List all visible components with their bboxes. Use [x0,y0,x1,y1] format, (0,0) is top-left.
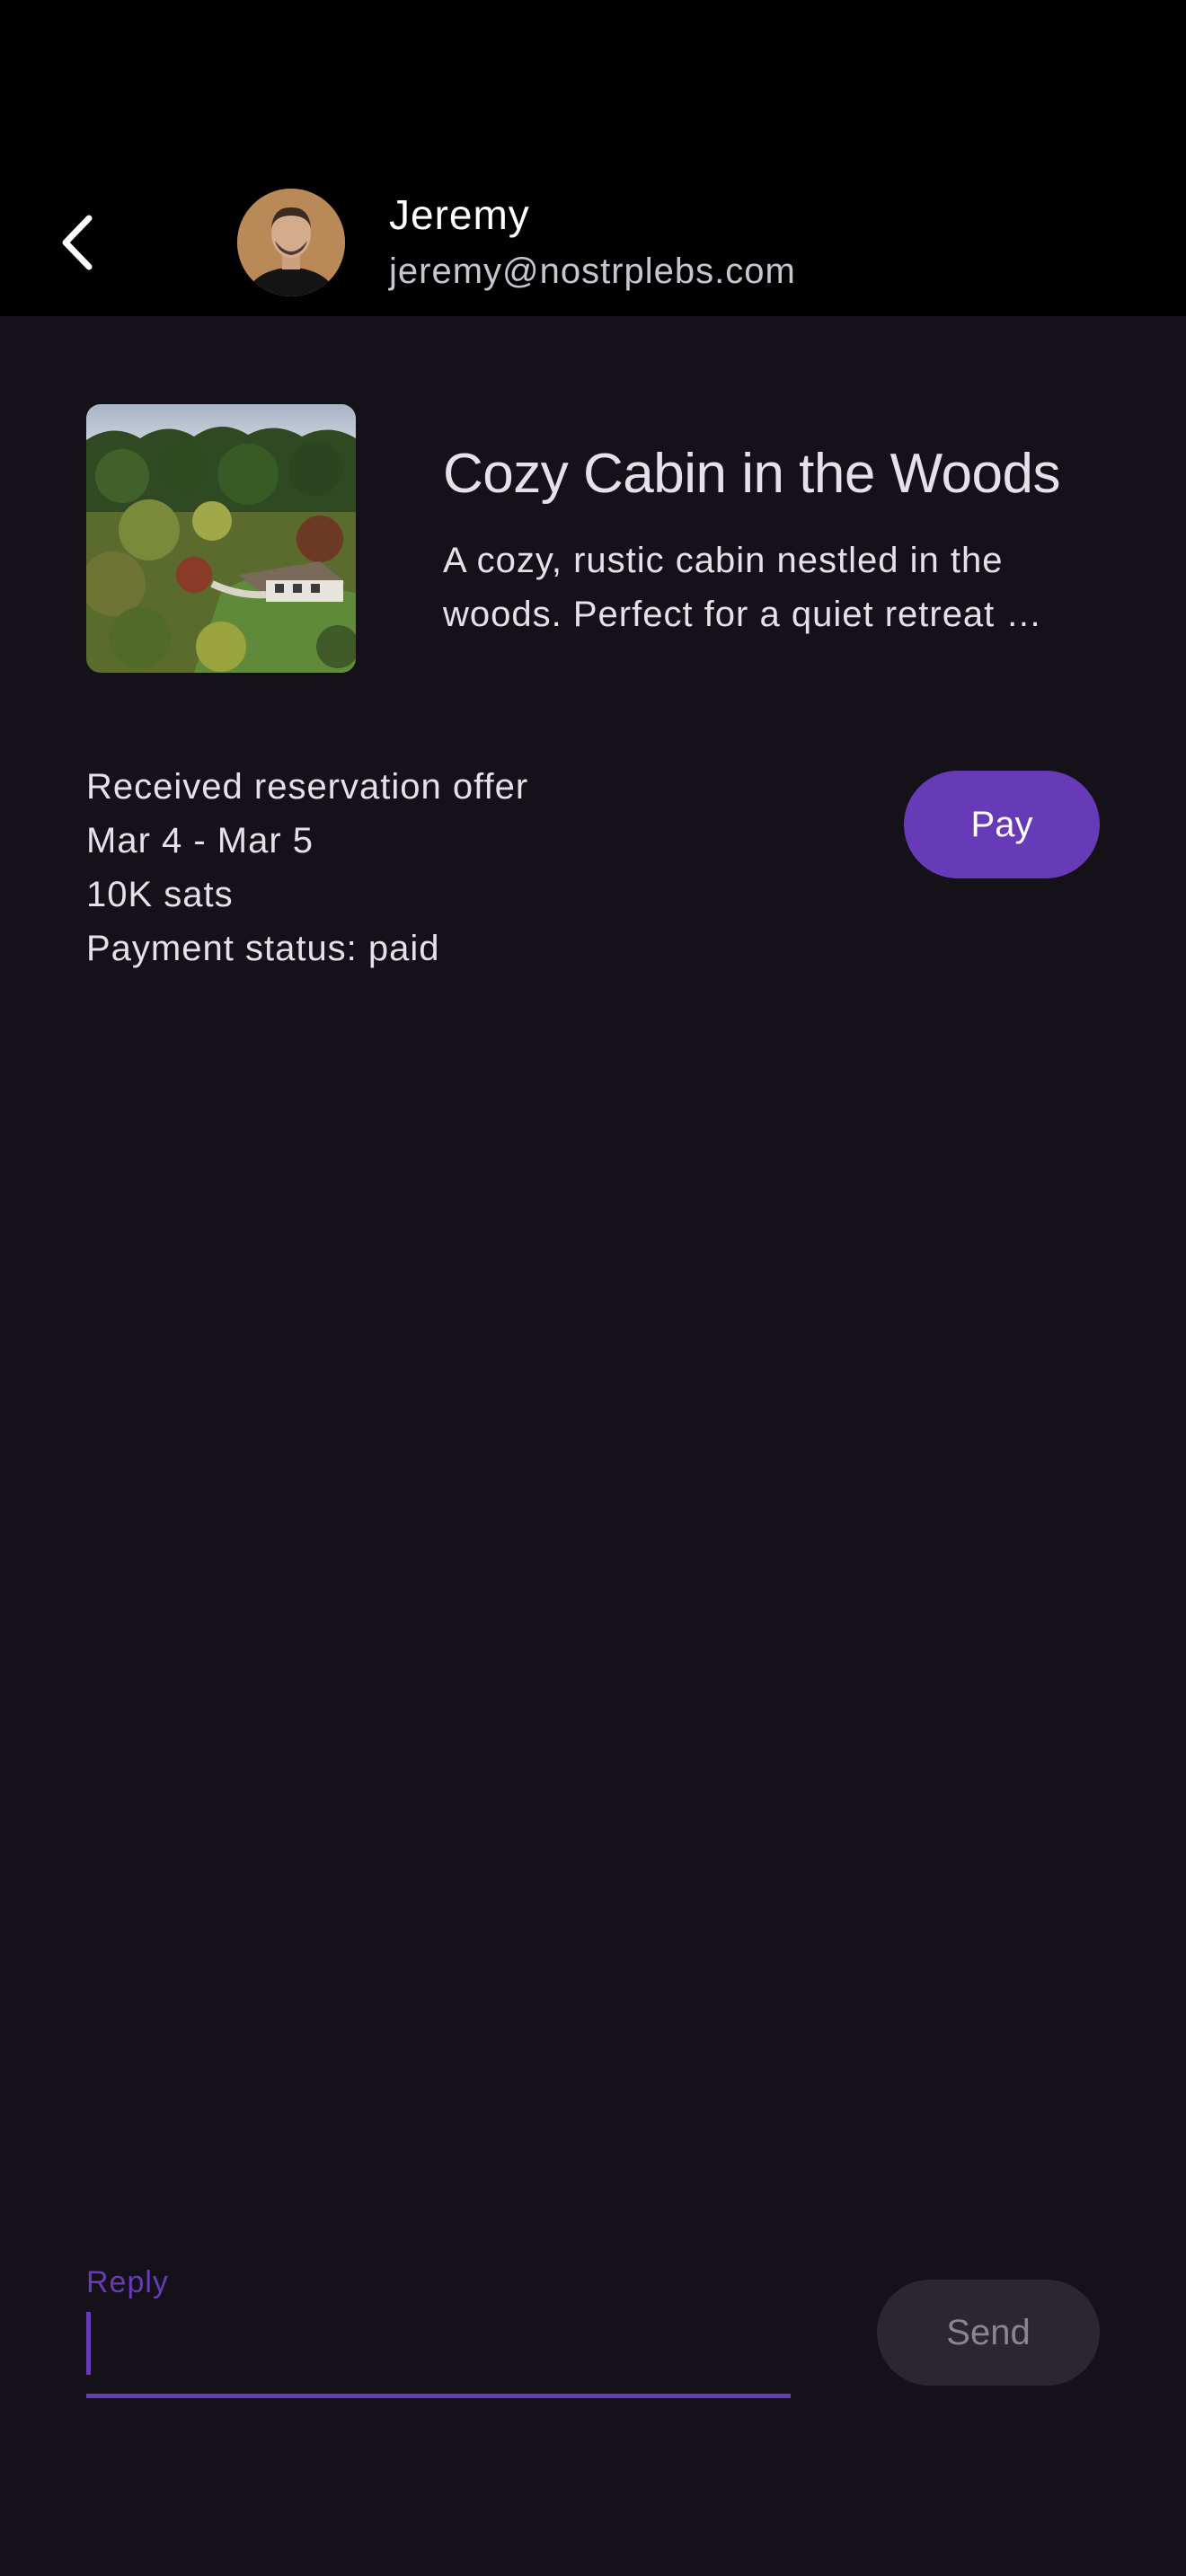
contact-email: jeremy@nostrplebs.com [389,251,796,291]
pay-button[interactable]: Pay [904,771,1100,878]
text-cursor [86,2312,91,2375]
listing-description: A cozy, rustic cabin nestled in the wood… [443,541,1043,634]
reservation-offer: Received reservation offer Mar 4 - Mar 5… [86,760,528,975]
offer-price: 10K sats [86,875,234,914]
back-button[interactable] [45,198,108,287]
offer-dates: Mar 4 - Mar 5 [86,821,314,860]
payment-status: Payment status: paid [86,929,440,968]
avatar[interactable] [237,189,345,296]
reply-input[interactable] [86,2310,791,2398]
contact-name: Jeremy [389,191,530,238]
chevron-left-icon [62,215,93,270]
listing-image [86,404,356,673]
send-button[interactable]: Send [877,2280,1100,2386]
listing-title[interactable]: Cozy Cabin in the Woods [443,442,1060,506]
top-app-bar: Jeremy jeremy@nostrplebs.com [0,0,1186,316]
avatar-image [237,189,345,296]
listing-thumbnail[interactable] [86,404,356,673]
reply-label: Reply [86,2265,169,2299]
offer-status: Received reservation offer [86,767,529,807]
